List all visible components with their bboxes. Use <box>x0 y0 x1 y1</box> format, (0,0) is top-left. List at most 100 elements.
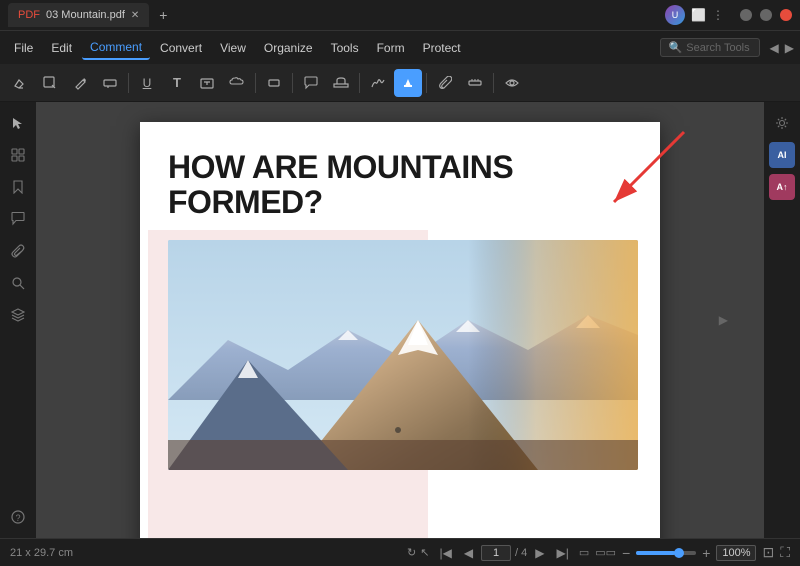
stamp-tool-button[interactable] <box>327 69 355 97</box>
menu-comment[interactable]: Comment <box>82 36 150 60</box>
tab-close-button[interactable]: ✕ <box>131 10 139 21</box>
mountain-image <box>168 240 638 470</box>
search-panel-icon <box>11 276 25 290</box>
eraser-tool-button[interactable] <box>6 69 34 97</box>
pen-icon <box>73 76 87 90</box>
attachment-tool-button[interactable] <box>431 69 459 97</box>
cloud-callout-button[interactable] <box>223 69 251 97</box>
sidebar-attachments-button[interactable] <box>5 238 31 264</box>
document-tab[interactable]: PDF 03 Mountain.pdf ✕ <box>8 3 149 27</box>
avatar[interactable]: U <box>665 5 685 25</box>
title-bar-left: PDF 03 Mountain.pdf ✕ + <box>8 3 665 27</box>
textbox-tool-button[interactable] <box>193 69 221 97</box>
page-separator: / 4 <box>515 547 527 559</box>
comment-tool-button[interactable] <box>297 69 325 97</box>
zoom-slider[interactable] <box>636 551 696 555</box>
ai-assistant-button[interactable]: AI <box>769 142 795 168</box>
forward-nav-icon[interactable]: ▶ <box>785 41 794 55</box>
menu-icon[interactable]: ⋮ <box>712 8 724 22</box>
pdf-document-title: HOW ARE MOUNTAINS FORMED? <box>140 122 660 240</box>
pdf-image-container <box>168 240 632 470</box>
sticky-note-icon <box>43 76 57 90</box>
measure-tool-button[interactable] <box>461 69 489 97</box>
zoom-slider-fill <box>636 551 675 555</box>
scroll-right-arrow[interactable]: ▶ <box>719 313 728 327</box>
underline-icon: U <box>143 76 152 90</box>
help-icon: ? <box>11 510 25 524</box>
text-icon: T <box>173 75 181 90</box>
page-number-input[interactable] <box>481 545 511 561</box>
zoom-out-button[interactable]: − <box>622 545 630 561</box>
last-page-button[interactable]: ▶| <box>553 544 573 562</box>
main-area: ? HOW ARE MOUNTAINS FORMED? <box>0 102 800 538</box>
properties-panel-button[interactable] <box>769 110 795 136</box>
eraser2-tool-button[interactable] <box>96 69 124 97</box>
zoom-knob[interactable] <box>674 548 684 558</box>
menu-tools[interactable]: Tools <box>323 37 367 59</box>
sidebar-cursor-button[interactable] <box>5 110 31 136</box>
attachment-icon <box>438 76 452 90</box>
text-tool-button[interactable]: T <box>163 69 191 97</box>
menu-edit[interactable]: Edit <box>43 37 80 59</box>
pdf-icon: PDF <box>18 9 40 21</box>
menu-protect[interactable]: Protect <box>415 37 469 59</box>
comment-icon <box>304 76 318 90</box>
menu-convert[interactable]: Convert <box>152 37 210 59</box>
sidebar-help-button[interactable]: ? <box>5 504 31 530</box>
shape-tool-button[interactable] <box>260 69 288 97</box>
zoom-in-button[interactable]: + <box>702 545 710 561</box>
page-dimensions: 21 x 29.7 cm <box>10 547 73 559</box>
back-nav-icon[interactable]: ◀ <box>770 41 779 55</box>
zoom-slider-container[interactable] <box>636 551 696 555</box>
first-page-button[interactable]: |◀ <box>435 544 455 562</box>
sidebar-comments-button[interactable] <box>5 206 31 232</box>
highlight-tool-button[interactable] <box>394 69 422 97</box>
textbox-icon <box>200 76 214 90</box>
two-page-icon[interactable]: ▭▭ <box>595 546 616 559</box>
attachments-icon <box>11 244 25 258</box>
sidebar-layers-button[interactable] <box>5 302 31 328</box>
next-page-button[interactable]: ▶ <box>531 544 548 562</box>
sidebar-search-button[interactable] <box>5 270 31 296</box>
fullscreen-button[interactable]: ⛶ <box>780 544 790 561</box>
ai-write-button[interactable]: A↑ <box>769 174 795 200</box>
properties-icon <box>775 116 789 130</box>
search-tools[interactable]: 🔍 Search Tools <box>660 38 760 57</box>
menu-form[interactable]: Form <box>369 37 413 59</box>
status-right: ↻ ↖ |◀ ◀ / 4 ▶ ▶| ▭ ▭▭ − + 100% ⊡ ⛶ <box>407 544 790 562</box>
prev-page-button[interactable]: ◀ <box>460 544 477 562</box>
menu-file[interactable]: File <box>6 37 41 59</box>
comment-toolbar: U T <box>0 64 800 102</box>
bookmarks-icon <box>11 180 25 194</box>
sticky-note-button[interactable] <box>36 69 64 97</box>
toolbar-sep-6 <box>493 73 494 93</box>
maximize-button[interactable]: □ <box>760 9 772 21</box>
underline-tool-button[interactable]: U <box>133 69 161 97</box>
pdf-viewer[interactable]: HOW ARE MOUNTAINS FORMED? <box>36 102 764 538</box>
eraser2-icon <box>103 76 117 90</box>
window-controls: ─ □ ✕ <box>724 9 792 21</box>
signature-tool-button[interactable] <box>364 69 392 97</box>
sidebar-thumbnails-button[interactable] <box>5 142 31 168</box>
pointer-icon[interactable]: ↖ <box>420 546 429 559</box>
measure-icon <box>468 76 482 90</box>
menu-organize[interactable]: Organize <box>256 37 321 59</box>
single-page-icon[interactable]: ▭ <box>579 546 589 559</box>
thumbnails-icon <box>11 148 25 162</box>
eye-tool-button[interactable] <box>498 69 526 97</box>
ai2-label: A↑ <box>777 182 788 192</box>
panel-icon[interactable]: ⬜ <box>691 8 706 22</box>
search-label: Search Tools <box>686 42 749 54</box>
fit-page-button[interactable]: ⊡ <box>762 544 774 561</box>
sidebar-bookmarks-button[interactable] <box>5 174 31 200</box>
zoom-value-display[interactable]: 100% <box>716 545 756 561</box>
new-tab-button[interactable]: + <box>159 7 167 23</box>
rotate-icon[interactable]: ↻ <box>407 546 416 559</box>
pen-tool-button[interactable] <box>66 69 94 97</box>
minimize-button[interactable]: ─ <box>740 9 752 21</box>
shape-icon <box>267 76 281 90</box>
close-button[interactable]: ✕ <box>780 9 792 21</box>
menu-view[interactable]: View <box>212 37 254 59</box>
stamp-icon <box>333 76 349 90</box>
signature-icon <box>371 76 385 90</box>
